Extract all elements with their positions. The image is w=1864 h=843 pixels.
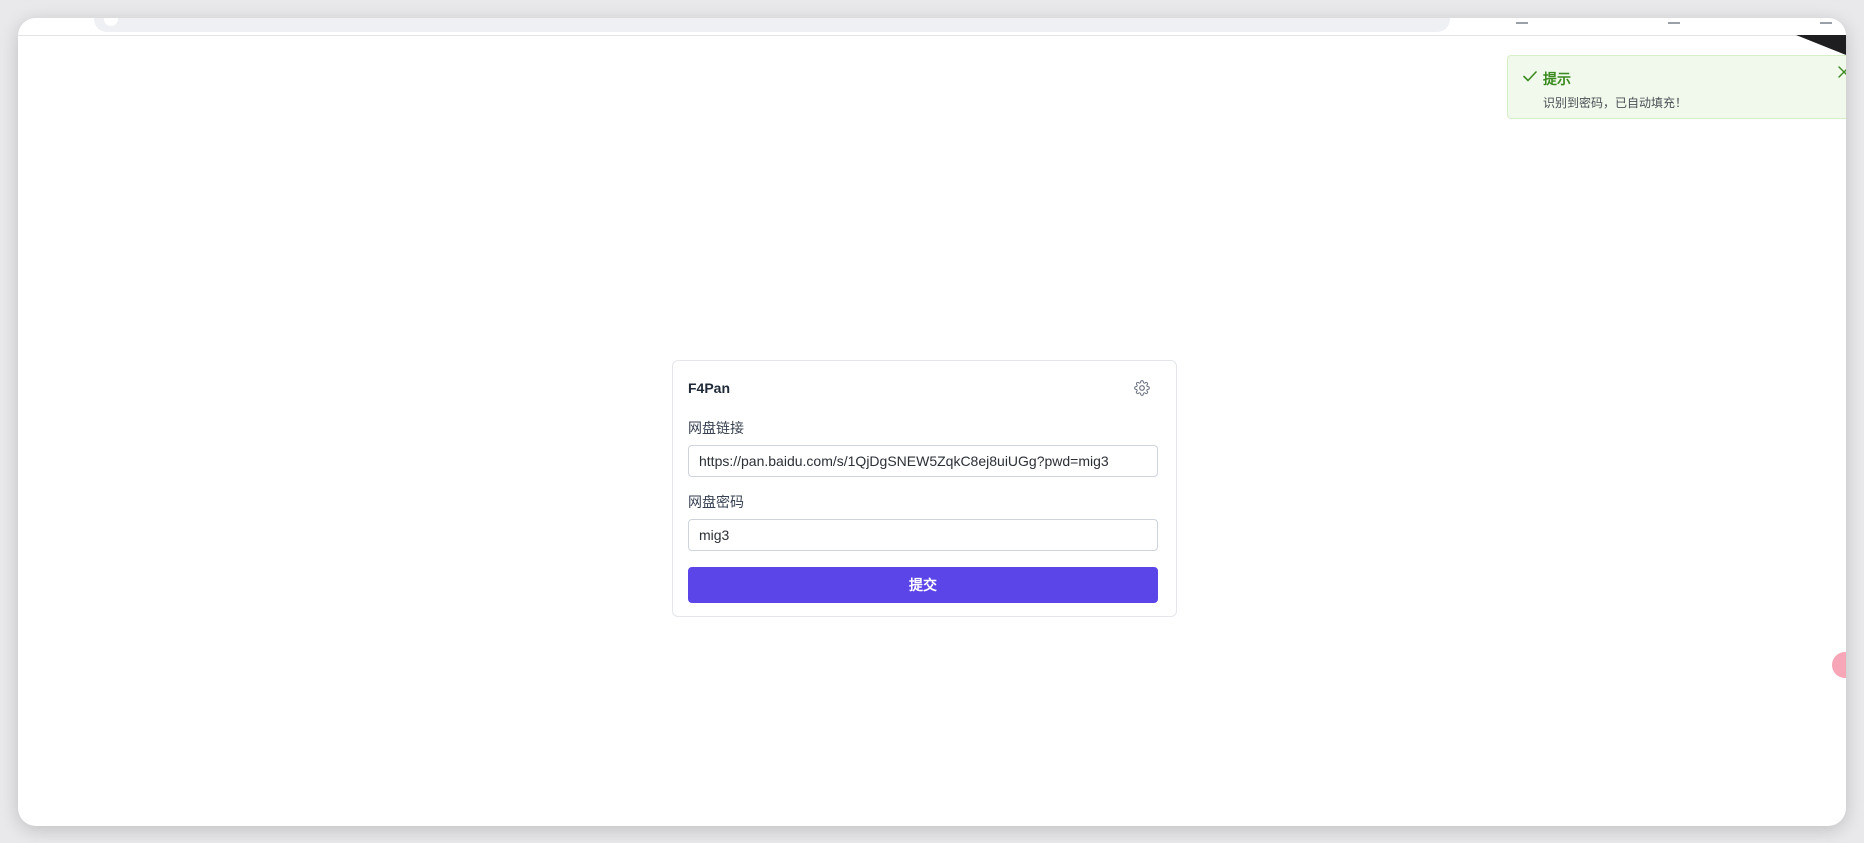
close-icon[interactable] <box>1836 64 1846 80</box>
toolbar-icons <box>1516 18 1832 26</box>
gear-icon[interactable] <box>1134 380 1150 396</box>
corner-ribbon <box>1796 35 1846 55</box>
password-input[interactable] <box>688 519 1158 551</box>
address-bar[interactable] <box>94 18 1450 32</box>
extension-icon[interactable] <box>1668 18 1680 24</box>
check-icon <box>1523 71 1537 82</box>
browser-toolbar <box>18 18 1846 36</box>
browser-window: 提示 识别到密码，已自动填充！ F4Pan 网盘链接 网盘密码 提交 <box>18 18 1846 826</box>
notification-title: 提示 <box>1543 71 1571 87</box>
menu-icon[interactable] <box>1820 18 1832 24</box>
success-notification: 提示 识别到密码，已自动填充！ <box>1507 55 1846 119</box>
card-title: F4Pan <box>688 380 731 396</box>
f4pan-card: F4Pan 网盘链接 网盘密码 提交 <box>672 360 1177 617</box>
notification-message: 识别到密码，已自动填充！ <box>1543 96 1688 110</box>
link-input[interactable] <box>688 445 1158 477</box>
link-label: 网盘链接 <box>688 420 744 436</box>
extension-icon[interactable] <box>1516 18 1528 24</box>
password-label: 网盘密码 <box>688 494 744 510</box>
site-info-icon[interactable] <box>104 18 118 26</box>
floating-helper-bubble[interactable] <box>1832 652 1846 678</box>
submit-button[interactable]: 提交 <box>688 567 1158 603</box>
